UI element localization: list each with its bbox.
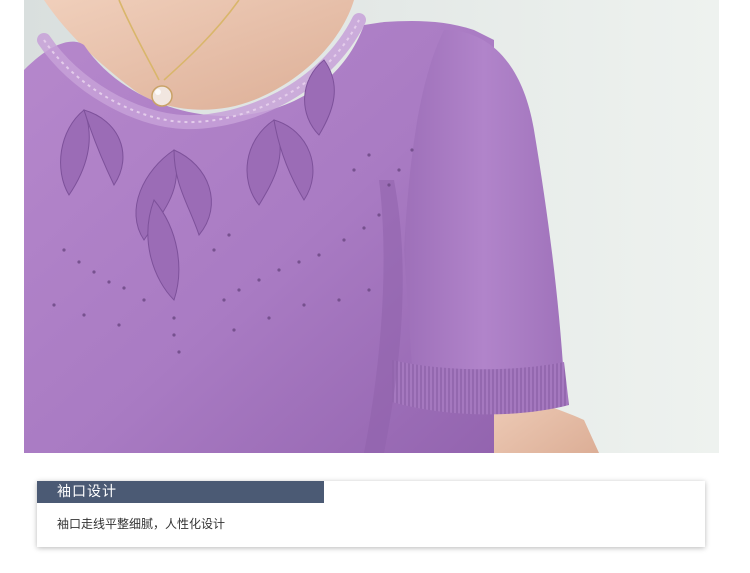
caption-title-bar: 袖口设计 (37, 481, 324, 503)
caption-title: 袖口设计 (57, 484, 117, 500)
caption-card: 袖口设计 袖口走线平整细腻，人性化设计 (37, 481, 705, 547)
caption-description: 袖口走线平整细腻，人性化设计 (57, 517, 226, 531)
product-photo (24, 0, 719, 453)
necklace-pendant (151, 85, 173, 107)
